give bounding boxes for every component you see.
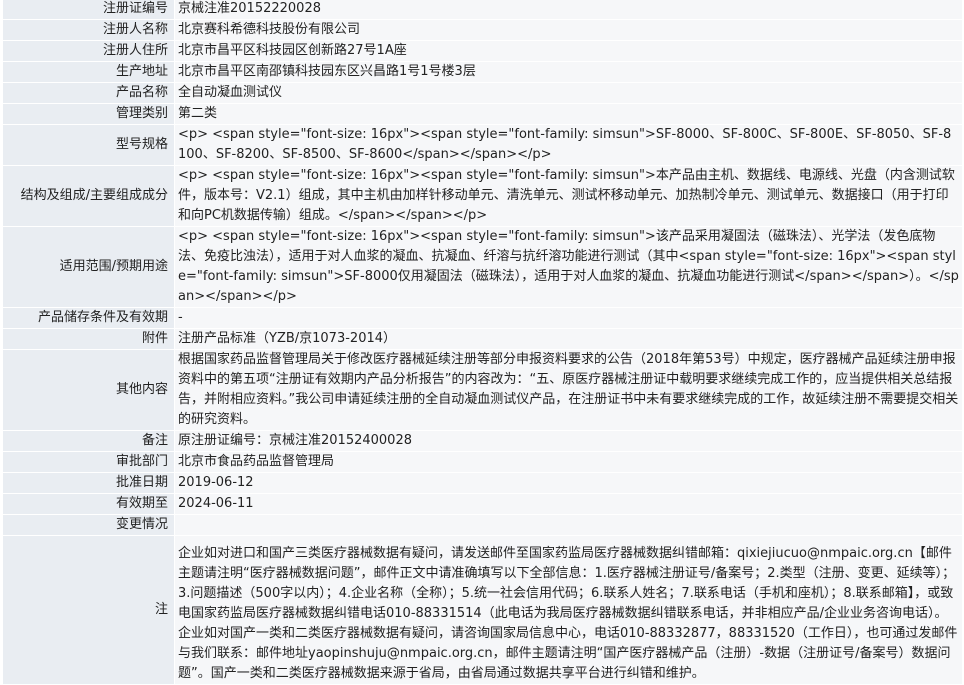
label-approval-date: 批准日期 [2,472,175,494]
detail-rows: 注册证编号 京械注准20152220028 注册人名称 北京赛科希德科技股份有限… [2,0,963,685]
row-scope-of-use: 适用范围/预期用途 <p> <span style="font-size: 16… [2,226,963,308]
row-model-spec: 型号规格 <p> <span style="font-size: 16px"><… [2,124,963,166]
label-note: 注 [2,535,175,685]
value-attachment: 注册产品标准（YZB/京1073-2014） [174,328,963,350]
value-note: 企业如对进口和国产三类医疗器械数据有疑问，请发送邮件至国家药监局医疗器械数据纠错… [174,535,963,685]
row-valid-until: 有效期至 2024-06-11 [2,493,963,515]
label-model-spec: 型号规格 [2,124,175,166]
row-approval-department: 审批部门 北京市食品药品监督管理局 [2,451,963,473]
label-approval-department: 审批部门 [2,451,175,473]
label-change-history: 变更情况 [2,514,175,536]
row-other-content: 其他内容 根据国家药品监督管理局关于修改医疗器械延续注册等部分申报资料要求的公告… [2,349,963,431]
label-registrant-name: 注册人名称 [2,19,175,41]
value-model-spec: <p> <span style="font-size: 16px"><span … [174,124,963,166]
value-other-content: 根据国家药品监督管理局关于修改医疗器械延续注册等部分申报资料要求的公告（2018… [174,349,963,431]
label-management-category: 管理类别 [2,103,175,125]
value-registration-number: 京械注准20152220028 [174,0,963,20]
row-approval-date: 批准日期 2019-06-12 [2,472,963,494]
value-approval-date: 2019-06-12 [174,472,963,494]
label-registration-number: 注册证编号 [2,0,175,20]
row-attachment: 附件 注册产品标准（YZB/京1073-2014） [2,328,963,350]
row-storage-validity: 产品储存条件及有效期 - [2,307,963,329]
value-registrant-address: 北京市昌平区科技园区创新路27号1A座 [174,40,963,62]
row-management-category: 管理类别 第二类 [2,103,963,125]
label-production-address: 生产地址 [2,61,175,83]
row-change-history: 变更情况 [2,514,963,536]
label-other-content: 其他内容 [2,349,175,431]
row-note: 注 企业如对进口和国产三类医疗器械数据有疑问，请发送邮件至国家药监局医疗器械数据… [2,535,963,685]
row-remarks: 备注 原注册证编号：京械注准20152400028 [2,430,963,452]
value-management-category: 第二类 [174,103,963,125]
note-text: 企业如对进口和国产三类医疗器械数据有疑问，请发送邮件至国家药监局医疗器械数据纠错… [178,546,958,681]
row-structure-composition: 结构及组成/主要组成成分 <p> <span style="font-size:… [2,165,963,227]
value-structure-composition: <p> <span style="font-size: 16px"><span … [174,165,963,227]
row-product-name: 产品名称 全自动凝血测试仪 [2,82,963,104]
label-valid-until: 有效期至 [2,493,175,515]
row-registrant-address: 注册人住所 北京市昌平区科技园区创新路27号1A座 [2,40,963,62]
label-scope-of-use: 适用范围/预期用途 [2,226,175,308]
value-production-address: 北京市昌平区南邵镇科技园东区兴昌路1号1号楼3层 [174,61,963,83]
value-storage-validity: - [174,307,963,329]
label-registrant-address: 注册人住所 [2,40,175,62]
value-scope-of-use: <p> <span style="font-size: 16px"><span … [174,226,963,308]
value-approval-department: 北京市食品药品监督管理局 [174,451,963,473]
value-product-name: 全自动凝血测试仪 [174,82,963,104]
registration-detail-table: 注册证编号 京械注准20152220028 注册人名称 北京赛科希德科技股份有限… [2,0,963,685]
label-product-name: 产品名称 [2,82,175,104]
label-storage-validity: 产品储存条件及有效期 [2,307,175,329]
value-registrant-name: 北京赛科希德科技股份有限公司 [174,19,963,41]
value-remarks: 原注册证编号：京械注准20152400028 [174,430,963,452]
row-registration-number: 注册证编号 京械注准20152220028 [2,0,963,20]
value-change-history [174,514,963,536]
label-attachment: 附件 [2,328,175,350]
value-valid-until: 2024-06-11 [174,493,963,515]
row-production-address: 生产地址 北京市昌平区南邵镇科技园东区兴昌路1号1号楼3层 [2,61,963,83]
label-remarks: 备注 [2,430,175,452]
label-structure-composition: 结构及组成/主要组成成分 [2,165,175,227]
row-registrant-name: 注册人名称 北京赛科希德科技股份有限公司 [2,19,963,41]
